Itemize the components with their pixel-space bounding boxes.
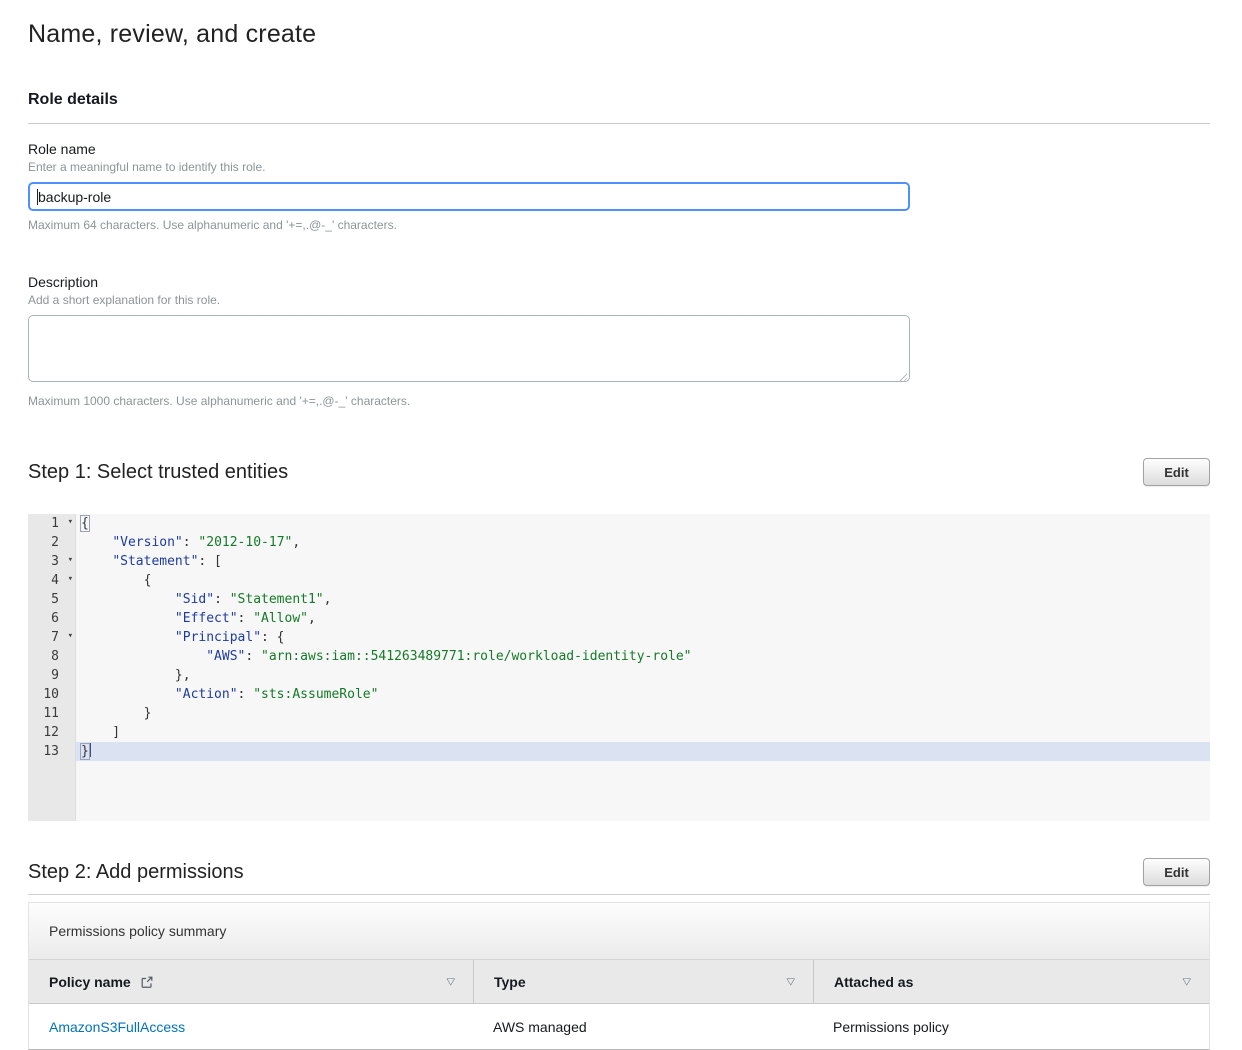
role-name-hint: Enter a meaningful name to identify this… — [28, 160, 1210, 174]
sort-icon[interactable]: ▽ — [447, 976, 455, 987]
external-link-icon — [140, 975, 154, 989]
gutter-line-number: 10 — [28, 685, 75, 704]
gutter-line-number: 3▾ — [28, 552, 75, 571]
role-details-heading: Role details — [28, 91, 1210, 109]
column-header-attached-as[interactable]: Attached as ▽ — [813, 960, 1209, 1003]
table-row: AmazonS3FullAccess AWS managed Permissio… — [29, 1004, 1209, 1049]
code-line[interactable]: }, — [76, 666, 1210, 685]
code-line[interactable]: } — [76, 704, 1210, 723]
code-line[interactable]: { — [76, 571, 1210, 590]
fold-arrow-icon[interactable]: ▾ — [68, 627, 73, 646]
description-label: Description — [28, 274, 1210, 290]
gutter-line-number: 4▾ — [28, 571, 75, 590]
text-caret — [37, 189, 38, 205]
step2-divider — [28, 894, 1210, 895]
gutter-line-number: 5 — [28, 590, 75, 609]
role-name-constraint: Maximum 64 characters. Use alphanumeric … — [28, 218, 1210, 232]
code-line[interactable]: } — [76, 742, 1210, 761]
description-constraint: Maximum 1000 characters. Use alphanumeri… — [28, 394, 1210, 408]
gutter-line-number: 9 — [28, 666, 75, 685]
policy-attached-as-cell: Permissions policy — [813, 1019, 1209, 1035]
editor-code[interactable]: { "Version": "2012-10-17", "Statement": … — [76, 514, 1210, 821]
trust-policy-editor[interactable]: 1▾23▾4▾567▾8910111213 { "Version": "2012… — [28, 514, 1210, 821]
code-line[interactable]: "AWS": "arn:aws:iam::541263489771:role/w… — [76, 647, 1210, 666]
gutter-line-number: 7▾ — [28, 628, 75, 647]
page: Name, review, and create Role details Ro… — [0, 0, 1242, 1050]
panel-title: Permissions policy summary — [49, 923, 226, 939]
role-name-label: Role name — [28, 141, 1210, 157]
role-name-input[interactable] — [28, 182, 910, 211]
gutter-line-number: 1▾ — [28, 514, 75, 533]
code-line[interactable]: ] — [76, 723, 1210, 742]
column-header-policy-name[interactable]: Policy name ▽ — [29, 960, 473, 1003]
code-line[interactable]: "Statement": [ — [76, 552, 1210, 571]
code-line[interactable]: "Effect": "Allow", — [76, 609, 1210, 628]
fold-arrow-icon[interactable]: ▾ — [68, 551, 73, 570]
sort-icon[interactable]: ▽ — [1183, 976, 1191, 987]
step2-heading: Step 2: Add permissions — [28, 861, 244, 884]
section-divider — [28, 123, 1210, 124]
description-textarea[interactable] — [28, 315, 910, 382]
policy-name-link[interactable]: AmazonS3FullAccess — [49, 1019, 185, 1035]
edit-permissions-button[interactable]: Edit — [1143, 858, 1210, 886]
description-hint: Add a short explanation for this role. — [28, 293, 1210, 307]
fold-arrow-icon[interactable]: ▾ — [68, 570, 73, 589]
panel-header: Permissions policy summary — [29, 903, 1209, 960]
fold-arrow-icon[interactable]: ▾ — [68, 514, 73, 532]
permissions-summary-panel: Permissions policy summary Policy name ▽… — [28, 902, 1210, 1050]
gutter-line-number: 8 — [28, 647, 75, 666]
code-line[interactable]: "Version": "2012-10-17", — [76, 533, 1210, 552]
edit-trusted-entities-button[interactable]: Edit — [1143, 458, 1210, 486]
gutter-line-number: 6 — [28, 609, 75, 628]
gutter-line-number: 11 — [28, 704, 75, 723]
code-line[interactable]: "Sid": "Statement1", — [76, 590, 1210, 609]
table-header: Policy name ▽ Type ▽ Attached as — [29, 960, 1209, 1004]
column-header-type[interactable]: Type ▽ — [473, 960, 813, 1003]
gutter-line-number: 12 — [28, 723, 75, 742]
sort-icon[interactable]: ▽ — [787, 976, 795, 987]
gutter-line-number: 13 — [28, 742, 75, 761]
step1-heading: Step 1: Select trusted entities — [28, 461, 288, 484]
page-title: Name, review, and create — [28, 20, 1210, 49]
gutter-line-number: 2 — [28, 533, 75, 552]
code-line[interactable]: { — [76, 514, 1210, 533]
code-line[interactable]: "Principal": { — [76, 628, 1210, 647]
policy-type-cell: AWS managed — [473, 1019, 813, 1035]
editor-gutter: 1▾23▾4▾567▾8910111213 — [28, 514, 76, 821]
code-line[interactable]: "Action": "sts:AssumeRole" — [76, 685, 1210, 704]
